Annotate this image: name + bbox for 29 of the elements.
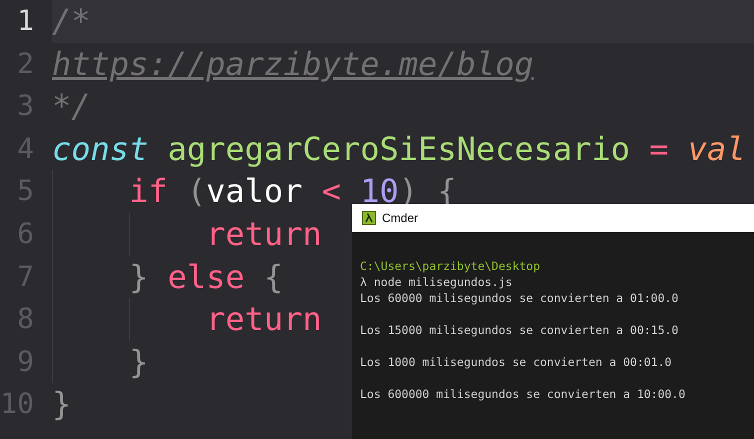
window-title: Cmder <box>382 211 418 225</box>
lambda-icon <box>362 211 376 225</box>
code-keyword: = <box>649 130 668 168</box>
code-link[interactable]: https://parzibyte.me/blog <box>52 44 534 83</box>
code-keyword: if <box>128 172 168 210</box>
line-number: 1 <box>16 3 35 39</box>
console-output: Los 600000 milisegundos se convierten a 10:00.0 <box>360 386 686 402</box>
prompt-symbol: λ <box>360 275 367 289</box>
console-path: C:\Users\parzibyte\Desktop <box>360 258 540 274</box>
console-output: Los 15000 milisegundos se convierten a 00:15.0 <box>360 322 678 338</box>
console-output: Los 60000 milisegundos se convierten a 01:00.0 <box>360 290 678 306</box>
code-parameter: val <box>688 130 746 168</box>
code-keyword: < <box>322 172 341 210</box>
code-punctuation: } <box>128 342 148 381</box>
code-number: 10 <box>360 172 399 210</box>
code-keyword: const <box>52 130 148 168</box>
code-punctuation: } <box>52 385 72 424</box>
console-command: node milisegundos.js <box>374 275 512 289</box>
code-comment: */ <box>52 87 91 126</box>
code-keyword: return <box>205 214 322 253</box>
code-punctuation: ( <box>186 172 206 210</box>
code-identifier: valor <box>206 172 302 210</box>
code-punctuation: { <box>264 258 284 296</box>
code-comment: /* <box>52 2 91 40</box>
code-keyword: else <box>168 258 245 296</box>
code-identifier: agregarCeroSiEsNecesario <box>168 130 630 168</box>
console-output: Los 1000 milisegundos se convierten a 00:01.0 <box>360 354 672 370</box>
code-punctuation: } <box>128 258 148 296</box>
code-keyword: return <box>205 300 322 338</box>
